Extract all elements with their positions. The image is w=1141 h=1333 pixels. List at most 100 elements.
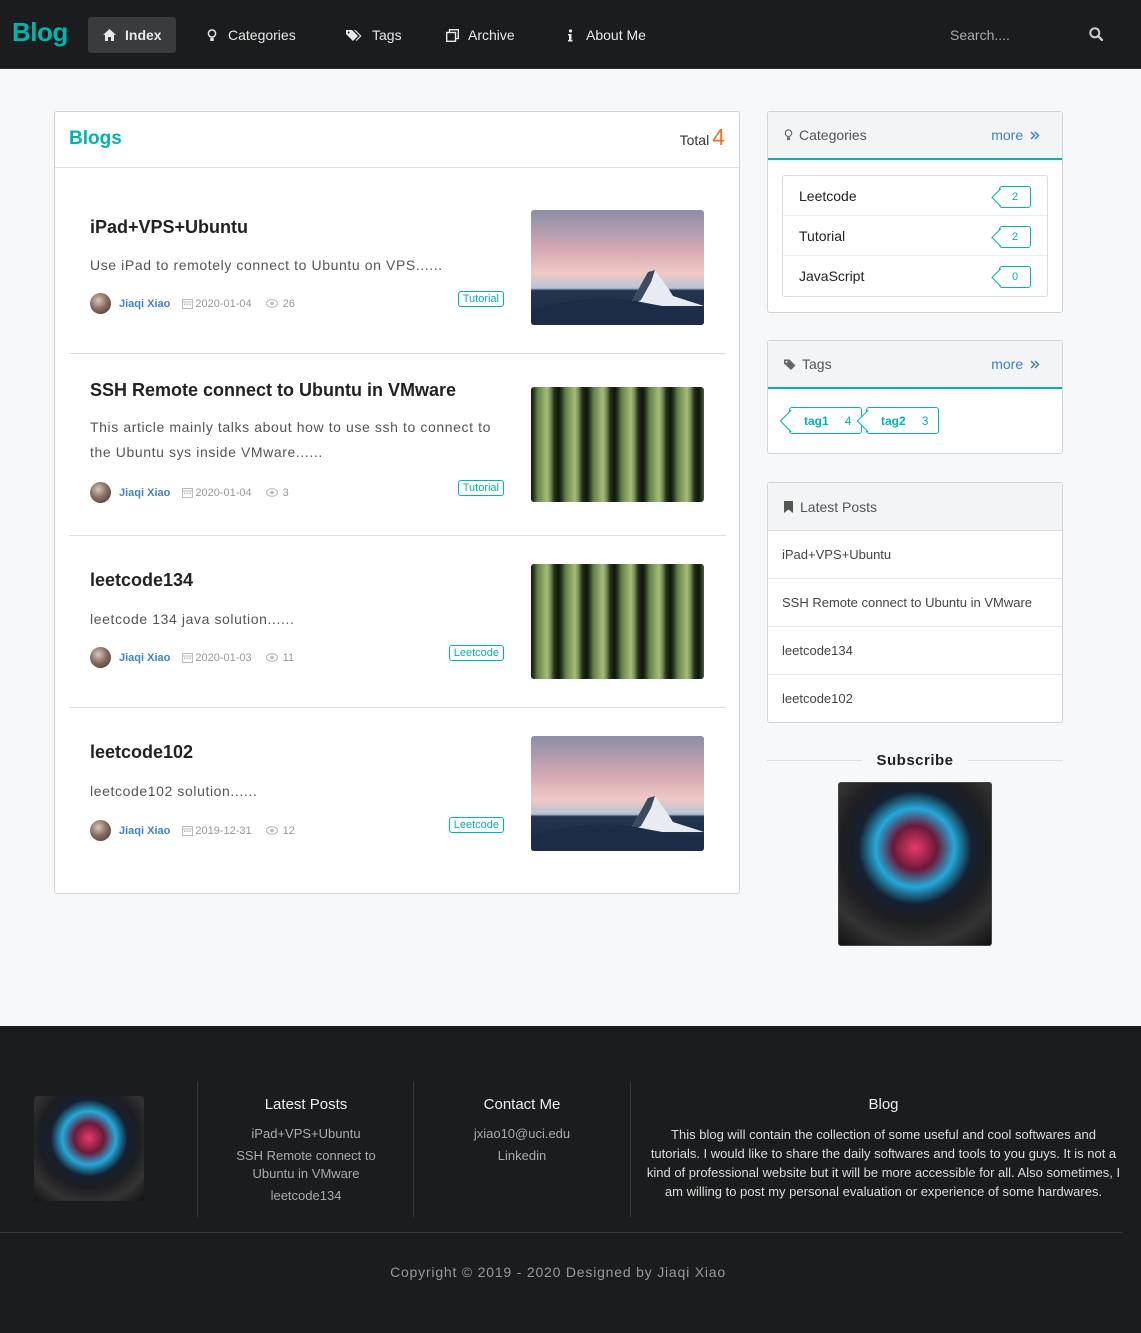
latest-post-link[interactable]: leetcode102 (768, 675, 1062, 723)
post-author[interactable]: Jiaqi Xiao (119, 825, 170, 837)
search-input[interactable] (938, 17, 1088, 53)
tags-card: Tags more tag1 4 tag2 3 (767, 340, 1063, 454)
tag-count: 3 (921, 413, 929, 428)
footer: Latest Posts iPad+VPS+Ubuntu SSH Remote … (0, 1026, 1141, 1333)
subscribe-title: Subscribe (876, 752, 954, 769)
tag-pill[interactable]: tag2 3 (866, 407, 940, 434)
post-meta: Jiaqi Xiao 2019-12-31 12 (90, 820, 295, 841)
footer-post-link[interactable]: leetcode134 (221, 1187, 391, 1205)
subscribe-image (838, 782, 992, 946)
post-title[interactable]: iPad+VPS+Ubuntu (90, 217, 248, 238)
category-item[interactable]: Leetcode 2 (783, 176, 1047, 216)
post-author[interactable]: Jiaqi Xiao (119, 298, 170, 310)
nav-tags-label: Tags (372, 27, 402, 43)
info-icon (562, 28, 578, 42)
nav-archive[interactable]: Archive (444, 17, 515, 53)
post-thumbnail[interactable] (531, 564, 704, 679)
post-views: 12 (282, 824, 295, 837)
footer-email-link[interactable]: jxiao10@uci.edu (437, 1125, 607, 1143)
post-category-label[interactable]: Leetcode (448, 645, 504, 661)
tag-name: tag1 (804, 413, 829, 428)
post-thumbnail[interactable] (531, 736, 704, 851)
post-meta: Jiaqi Xiao 2020-01-04 26 (90, 293, 295, 314)
latest-post-link[interactable]: iPad+VPS+Ubuntu (768, 531, 1062, 579)
divider (630, 1082, 631, 1217)
post-category-label[interactable]: Leetcode (448, 817, 504, 833)
copyright: Copyright © 2019 - 2020 Designed by Jiaq… (390, 1264, 726, 1280)
post-title[interactable]: leetcode102 (90, 742, 193, 763)
post-item[interactable]: SSH Remote connect to Ubuntu in VMware T… (69, 354, 726, 536)
latest-post-link[interactable]: leetcode134 (768, 627, 1062, 675)
post-item[interactable]: leetcode134 leetcode 134 java solution..… (69, 536, 726, 708)
avatar (90, 482, 111, 503)
category-name: JavaScript (799, 268, 865, 284)
tags-title: Tags (784, 356, 832, 372)
lightbulb-icon (204, 28, 220, 42)
footer-blog-title: Blog (868, 1096, 899, 1113)
tag-count: 4 (844, 413, 852, 428)
post-thumbnail[interactable] (531, 387, 704, 502)
post-category-label[interactable]: Tutorial (457, 480, 504, 496)
footer-latest-posts: Latest Posts iPad+VPS+Ubuntu SSH Remote … (221, 1096, 391, 1209)
category-item[interactable]: JavaScript 0 (783, 256, 1047, 296)
latest-posts-card: Latest Posts iPad+VPS+Ubuntu SSH Remote … (767, 482, 1063, 723)
category-name: Tutorial (799, 228, 846, 244)
footer-contact: Contact Me jxiao10@uci.edu Linkedin (437, 1096, 607, 1169)
tag-pill[interactable]: tag1 4 (789, 407, 863, 434)
brand-logo[interactable]: Blog (12, 17, 68, 48)
clone-icon (444, 28, 460, 42)
footer-post-link[interactable]: iPad+VPS+Ubuntu (221, 1125, 391, 1143)
categories-card: Categories more Leetcode 2 Tutorial 2 Ja… (767, 111, 1063, 313)
post-description: Use iPad to remotely connect to Ubuntu o… (90, 257, 443, 273)
footer-linkedin-link[interactable]: Linkedin (437, 1147, 607, 1165)
category-name: Leetcode (799, 188, 857, 204)
categories-header: Categories more (768, 112, 1062, 160)
post-title[interactable]: SSH Remote connect to Ubuntu in VMware (90, 380, 456, 401)
footer-divider (0, 1232, 1122, 1233)
post-meta: Jiaqi Xiao 2020-01-04 3 (90, 482, 289, 503)
tag-icon (784, 359, 796, 370)
nav-tags[interactable]: Tags (344, 17, 402, 53)
nav-about[interactable]: About Me (562, 17, 646, 53)
post-meta: Jiaqi Xiao 2020-01-03 11 (90, 647, 294, 668)
tags-header: Tags more (768, 341, 1062, 389)
total-label: Total (679, 132, 710, 148)
post-author[interactable]: Jiaqi Xiao (119, 652, 170, 664)
nav-categories[interactable]: Categories (204, 17, 296, 53)
post-item[interactable]: leetcode102 leetcode102 solution...... J… (69, 708, 726, 878)
footer-about: Blog This blog will contain the collecti… (645, 1096, 1122, 1201)
footer-post-link[interactable]: SSH Remote connect to Ubuntu in VMware (221, 1147, 391, 1183)
post-author[interactable]: Jiaqi Xiao (119, 487, 170, 499)
calendar-icon (182, 487, 194, 498)
category-item[interactable]: Tutorial 2 (783, 216, 1047, 256)
divider (413, 1082, 414, 1217)
latest-posts-title: Latest Posts (784, 499, 877, 515)
double-chevron-right-icon (1027, 127, 1040, 143)
post-date: 2019-12-31 (195, 824, 252, 837)
total-count: Total 4 (680, 124, 725, 151)
search-icon[interactable] (1089, 27, 1104, 46)
post-title[interactable]: leetcode134 (90, 570, 193, 591)
nav-index[interactable]: Index (88, 17, 176, 53)
post-views: 3 (282, 486, 289, 499)
post-item[interactable]: iPad+VPS+Ubuntu Use iPad to remotely con… (69, 186, 726, 354)
tags-more-link[interactable]: more (991, 356, 1040, 372)
nav-index-label: Index (125, 27, 162, 43)
post-date: 2020-01-03 (195, 651, 252, 664)
nav-categories-label: Categories (228, 27, 296, 43)
categories-more-link[interactable]: more (991, 127, 1040, 143)
latest-post-link[interactable]: SSH Remote connect to Ubuntu in VMware (768, 579, 1062, 627)
total-number: 4 (712, 124, 725, 150)
footer-contact-title: Contact Me (483, 1096, 561, 1113)
eye-icon (265, 488, 278, 497)
post-views: 26 (282, 297, 295, 310)
bookmark-icon (784, 501, 793, 513)
post-category-label[interactable]: Tutorial (457, 291, 504, 307)
lightbulb-icon (784, 129, 793, 141)
nav-archive-label: Archive (468, 27, 515, 43)
calendar-icon (182, 298, 194, 309)
home-icon (101, 28, 117, 42)
post-date: 2020-01-04 (195, 297, 252, 310)
eye-icon (265, 826, 278, 835)
post-thumbnail[interactable] (531, 210, 704, 325)
